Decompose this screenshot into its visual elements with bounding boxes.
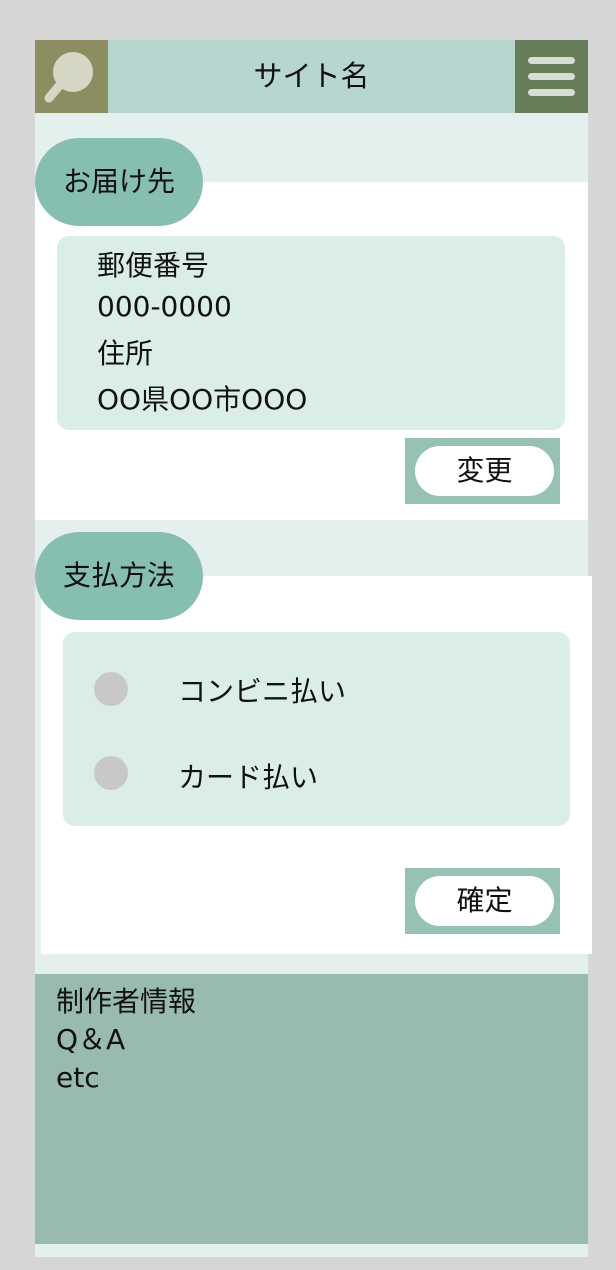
footer: 制作者情報 Q＆A etc xyxy=(35,974,588,1244)
header-bar: サイト名 xyxy=(35,40,588,113)
radio-convenience-store[interactable] xyxy=(94,672,128,706)
radio-card[interactable] xyxy=(94,756,128,790)
menu-button[interactable] xyxy=(515,40,588,113)
address-value: OO県OO市OOO xyxy=(97,383,308,416)
confirm-button-label: 確定 xyxy=(415,876,554,926)
address-label: 住所 xyxy=(97,337,154,370)
footer-qa-link[interactable]: Q＆A xyxy=(56,1022,125,1058)
payment-options-panel: コンビニ払い カード払い xyxy=(63,632,570,826)
search-button[interactable] xyxy=(35,40,108,113)
site-title: サイト名 xyxy=(253,59,370,93)
change-button[interactable]: 変更 xyxy=(405,438,560,504)
option-label-convenience-store[interactable]: コンビニ払い xyxy=(178,670,346,710)
magnifier-icon xyxy=(44,52,93,103)
page-frame: サイト名 お届け先 郵便番号 000-0000 住所 OO県OO市OOO 変更 … xyxy=(35,40,592,1257)
payment-heading: 支払方法 xyxy=(35,532,204,620)
confirm-button[interactable]: 確定 xyxy=(405,868,560,934)
footer-etc-link[interactable]: etc xyxy=(56,1060,100,1096)
postal-code-label: 郵便番号 xyxy=(97,249,210,282)
option-label-card[interactable]: カード払い xyxy=(178,756,318,796)
delivery-heading: お届け先 xyxy=(35,138,204,226)
delivery-address-panel: 郵便番号 000-0000 住所 OO県OO市OOO xyxy=(57,236,565,430)
change-button-label: 変更 xyxy=(415,446,554,496)
footer-creator-info-link[interactable]: 制作者情報 xyxy=(56,984,196,1020)
postal-code-value: 000-0000 xyxy=(97,290,232,323)
